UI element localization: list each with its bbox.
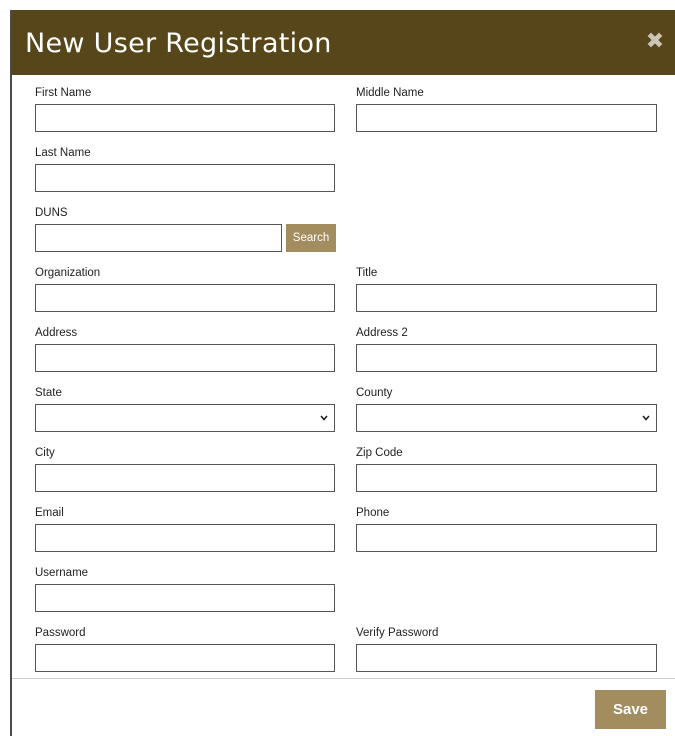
duns-label: DUNS xyxy=(35,207,68,219)
first-name-label: First Name xyxy=(35,87,92,99)
modal-title: New User Registration xyxy=(25,28,332,59)
chevron-down-icon xyxy=(320,415,328,421)
phone-label: Phone xyxy=(356,507,390,519)
city-label: City xyxy=(35,447,55,459)
duns-search-button[interactable]: Search xyxy=(286,224,336,252)
state-label: State xyxy=(35,387,62,399)
middle-name-field[interactable] xyxy=(356,104,657,132)
password-field[interactable] xyxy=(35,644,335,672)
address-field[interactable] xyxy=(35,344,335,372)
verify-password-label: Verify Password xyxy=(356,627,439,639)
last-name-field[interactable] xyxy=(35,164,335,192)
zip-code-label: Zip Code xyxy=(356,447,403,459)
city-field[interactable] xyxy=(35,464,335,492)
chevron-down-icon xyxy=(642,415,650,421)
zip-code-field[interactable] xyxy=(356,464,657,492)
footer-divider xyxy=(12,678,675,679)
verify-password-field[interactable] xyxy=(356,644,657,672)
email-label: Email xyxy=(35,507,64,519)
password-label: Password xyxy=(35,627,86,639)
duns-field[interactable] xyxy=(35,224,282,252)
first-name-field[interactable] xyxy=(35,104,335,132)
close-icon[interactable]: ✖ xyxy=(645,29,665,53)
registration-modal: New User Registration ✖ First Name Middl… xyxy=(10,10,675,736)
county-select[interactable] xyxy=(356,404,657,432)
title-label: Title xyxy=(356,267,378,279)
phone-field[interactable] xyxy=(356,524,657,552)
modal-header: New User Registration ✖ xyxy=(12,10,675,75)
state-select[interactable] xyxy=(35,404,335,432)
username-label: Username xyxy=(35,567,89,579)
organization-label: Organization xyxy=(35,267,101,279)
username-field[interactable] xyxy=(35,584,335,612)
organization-field[interactable] xyxy=(35,284,335,312)
address2-label: Address 2 xyxy=(356,327,408,339)
email-field[interactable] xyxy=(35,524,335,552)
last-name-label: Last Name xyxy=(35,147,91,159)
middle-name-label: Middle Name xyxy=(356,87,424,99)
title-field[interactable] xyxy=(356,284,657,312)
county-label: County xyxy=(356,387,393,399)
save-button[interactable]: Save xyxy=(595,690,666,729)
address2-field[interactable] xyxy=(356,344,657,372)
address-label: Address xyxy=(35,327,78,339)
